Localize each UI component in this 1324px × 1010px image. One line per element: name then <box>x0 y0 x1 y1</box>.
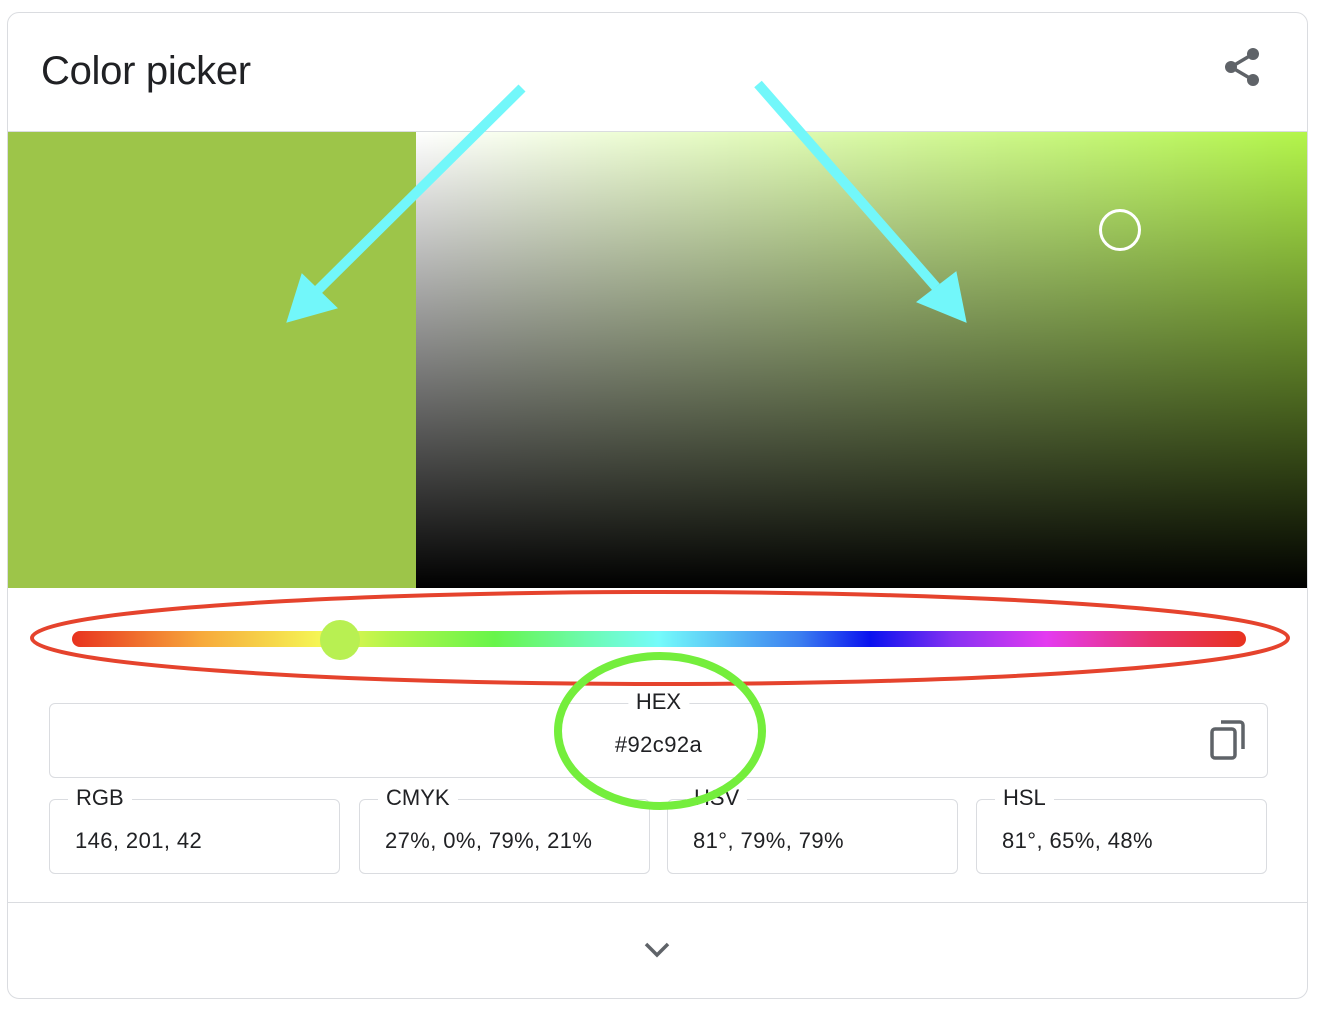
cmyk-label: CMYK <box>378 785 458 811</box>
saturation-value-handle[interactable] <box>1099 209 1141 251</box>
page-title: Color picker <box>41 49 251 93</box>
color-preview-swatch <box>8 132 416 588</box>
cmyk-value[interactable]: 27%, 0%, 79%, 21% <box>385 828 592 854</box>
chevron-down-icon[interactable] <box>639 935 675 963</box>
hue-slider-track[interactable] <box>72 631 1246 647</box>
color-picker-card: Color picker HEX #92c92a RGB 146, 201, 4… <box>7 12 1308 999</box>
hsv-value[interactable]: 81°, 79%, 79% <box>693 828 844 854</box>
divider <box>8 902 1307 903</box>
hsl-field[interactable]: HSL 81°, 65%, 48% <box>976 785 1267 874</box>
hue-slider-thumb[interactable] <box>320 620 360 660</box>
hsl-label: HSL <box>995 785 1054 811</box>
hsl-value[interactable]: 81°, 65%, 48% <box>1002 828 1153 854</box>
cmyk-field[interactable]: CMYK 27%, 0%, 79%, 21% <box>359 785 650 874</box>
hex-field[interactable]: HEX #92c92a <box>49 689 1268 778</box>
rgb-value[interactable]: 146, 201, 42 <box>75 828 202 854</box>
hsv-label: HSV <box>686 785 748 811</box>
rgb-label: RGB <box>68 785 132 811</box>
hex-value[interactable]: #92c92a <box>50 732 1267 758</box>
rgb-field[interactable]: RGB 146, 201, 42 <box>49 785 340 874</box>
hex-label: HEX <box>627 689 690 715</box>
hsv-field[interactable]: HSV 81°, 79%, 79% <box>667 785 958 874</box>
share-icon[interactable] <box>1220 45 1264 89</box>
copy-icon[interactable] <box>1207 718 1247 762</box>
saturation-value-area[interactable] <box>416 132 1307 588</box>
